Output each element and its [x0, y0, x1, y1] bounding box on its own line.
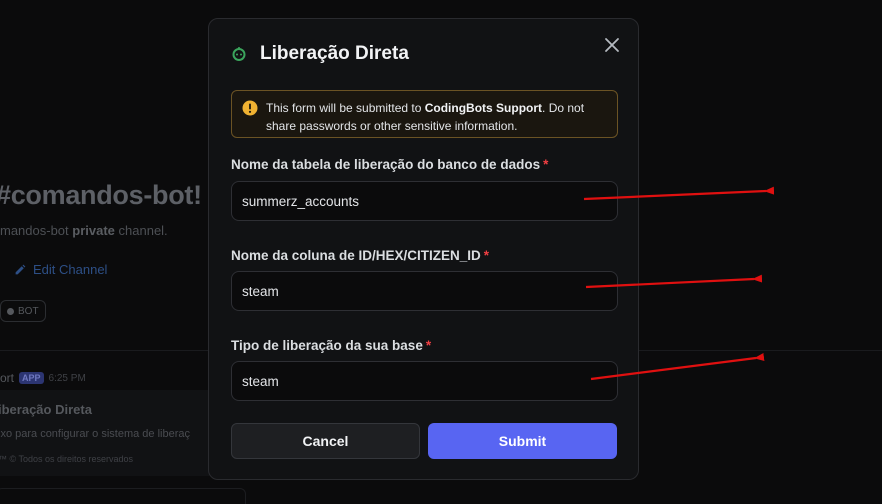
release-type-input[interactable]: [231, 361, 618, 401]
close-icon: [605, 38, 619, 52]
field-label-id-column: Nome da coluna de ID/HEX/CITIZEN_ID *: [231, 248, 490, 263]
required-marker: *: [425, 338, 432, 353]
field-label-table: Nome da tabela de liberação do banco de …: [231, 157, 549, 172]
required-marker: *: [483, 248, 490, 263]
warning-icon: [242, 100, 258, 116]
channel-subtitle: mandos-bot private channel.: [0, 223, 168, 238]
submit-button[interactable]: Submit: [428, 423, 617, 459]
embed-footer: ™ © Todos os direitos reservados: [0, 454, 134, 464]
message-author: ort APP 6:25 PM: [0, 371, 86, 385]
embed-description: ixo para configurar o sistema de liberaç: [0, 428, 190, 440]
modal-title: Liberação Direta: [260, 43, 409, 64]
warning-text: This form will be submitted to CodingBot…: [266, 101, 585, 133]
form-modal: Liberação Direta This form will be submi…: [208, 18, 639, 480]
required-marker: *: [543, 157, 549, 172]
warning-notice: This form will be submitted to CodingBot…: [231, 90, 618, 138]
author-name[interactable]: ort: [0, 371, 14, 385]
message-time: 6:25 PM: [48, 372, 86, 384]
pencil-icon: [15, 264, 26, 275]
modal-header: Liberação Direta: [231, 43, 409, 65]
next-message-box: [0, 488, 246, 504]
edit-channel-link[interactable]: Edit Channel: [14, 262, 107, 277]
bot-tag: BOT: [0, 300, 46, 322]
field-label-release-type: Tipo de liberação da sua base *: [231, 338, 432, 353]
cancel-button[interactable]: Cancel: [231, 423, 420, 459]
channel-title: #comandos-bot!: [0, 180, 202, 210]
close-button[interactable]: [602, 35, 622, 55]
table-name-input[interactable]: [231, 181, 618, 221]
id-column-input[interactable]: [231, 271, 618, 311]
app-badge: APP: [19, 372, 44, 384]
embed-title: iberação Direta: [0, 402, 92, 417]
bot-app-icon: [232, 47, 246, 61]
status-dot-icon: [7, 307, 14, 315]
